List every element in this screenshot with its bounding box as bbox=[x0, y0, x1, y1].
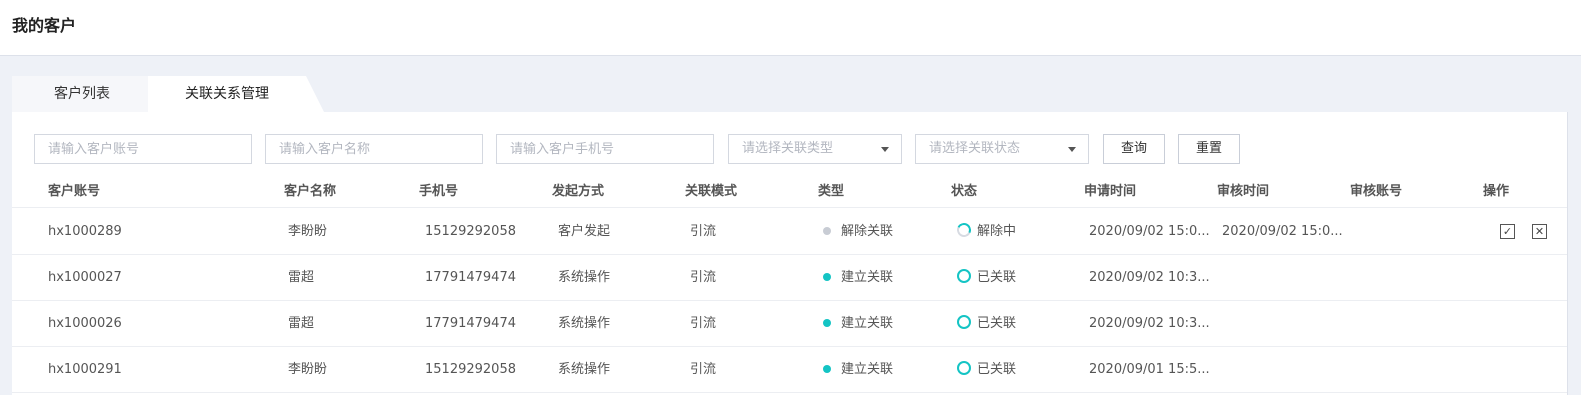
tab-customer-list[interactable]: 客户列表 bbox=[12, 76, 168, 112]
name-cell: 李盼盼 bbox=[288, 224, 328, 239]
column-header: 手机号 bbox=[419, 184, 459, 199]
column-header: 申请时间 bbox=[1084, 184, 1137, 199]
relation-status-select[interactable]: 请选择关联状态 bbox=[915, 134, 1089, 164]
initiation-cell: 系统操作 bbox=[558, 362, 611, 377]
initiation-cell: 系统操作 bbox=[558, 270, 611, 285]
type-cell: 建立关联 bbox=[823, 255, 893, 301]
type-dot-icon bbox=[823, 318, 831, 327]
mode-cell: 引流 bbox=[690, 362, 717, 377]
apply-time-cell: 2020/09/01 15:5... bbox=[1089, 362, 1210, 377]
mode-cell: 引流 bbox=[690, 316, 717, 331]
status-cell: 已关联 bbox=[957, 301, 1016, 347]
name-cell: 雷超 bbox=[288, 270, 315, 285]
account-cell: hx1000291 bbox=[48, 362, 122, 377]
phone-cell: 17791479474 bbox=[425, 270, 516, 285]
relation-type-placeholder: 请选择关联类型 bbox=[742, 141, 834, 156]
account-cell: hx1000027 bbox=[48, 270, 122, 285]
apply-time-cell: 2020/09/02 10:3... bbox=[1089, 270, 1210, 285]
type-label: 建立关联 bbox=[841, 270, 894, 285]
type-label: 解除关联 bbox=[841, 224, 894, 239]
name-search-input[interactable] bbox=[265, 134, 483, 164]
reset-button[interactable]: 重置 bbox=[1178, 134, 1240, 164]
status-cell: 已关联 bbox=[957, 255, 1016, 301]
account-cell: hx1000289 bbox=[48, 224, 122, 239]
phone-cell: 17791479474 bbox=[425, 316, 516, 331]
type-label: 建立关联 bbox=[841, 316, 894, 331]
main-panel: 请选择关联类型 请选择关联状态 查询 重置 客户账号 客户名称 手机号 发起方式… bbox=[12, 112, 1568, 395]
type-label: 建立关联 bbox=[841, 362, 894, 377]
approve-icon[interactable]: ✓ bbox=[1500, 224, 1515, 239]
review-time-cell: 2020/09/02 15:0... bbox=[1222, 224, 1343, 239]
column-header: 状态 bbox=[951, 184, 978, 199]
name-cell: 李盼盼 bbox=[288, 362, 328, 377]
mode-cell: 引流 bbox=[690, 224, 717, 239]
table-header: 客户账号 客户名称 手机号 发起方式 关联模式 类型 状态 申请时间 审核时间 … bbox=[12, 172, 1567, 208]
column-header: 审核时间 bbox=[1217, 184, 1270, 199]
query-button[interactable]: 查询 bbox=[1103, 134, 1165, 164]
top-bar: 我的客户 bbox=[0, 0, 1581, 56]
status-label: 已关联 bbox=[977, 270, 1017, 285]
column-header: 关联模式 bbox=[685, 184, 738, 199]
table-row: hx1000026 雷超 17791479474 系统操作 引流 建立关联 已关联 2020/… bbox=[12, 301, 1567, 347]
column-header: 客户账号 bbox=[48, 184, 101, 199]
phone-cell: 15129292058 bbox=[425, 362, 516, 377]
phone-search-input[interactable] bbox=[496, 134, 714, 164]
account-cell: hx1000026 bbox=[48, 316, 122, 331]
status-ring-icon bbox=[957, 269, 971, 283]
status-label: 已关联 bbox=[977, 316, 1017, 331]
table-row: hx1000289 李盼盼 15129292058 客户发起 引流 解除关联 解除中 2020… bbox=[12, 209, 1567, 255]
tab-relation-management[interactable]: 关联关系管理 bbox=[148, 76, 324, 112]
status-label: 解除中 bbox=[977, 224, 1017, 239]
apply-time-cell: 2020/09/02 10:3... bbox=[1089, 316, 1210, 331]
relation-status-placeholder: 请选择关联状态 bbox=[929, 141, 1021, 156]
status-label: 已关联 bbox=[977, 362, 1017, 377]
status-cell: 已关联 bbox=[957, 347, 1016, 393]
account-search-input[interactable] bbox=[34, 134, 252, 164]
status-cell: 解除中 bbox=[955, 209, 1017, 255]
column-header: 审核账号 bbox=[1350, 184, 1403, 199]
type-dot-icon bbox=[823, 272, 831, 281]
name-cell: 雷超 bbox=[288, 316, 315, 331]
type-cell: 建立关联 bbox=[823, 301, 893, 347]
column-header: 客户名称 bbox=[284, 184, 337, 199]
reject-icon[interactable]: ✕ bbox=[1532, 224, 1547, 239]
table-row: hx1000291 李盼盼 15129292058 系统操作 引流 建立关联 已关联 2020… bbox=[12, 347, 1567, 393]
column-header: 类型 bbox=[818, 184, 845, 199]
chevron-down-icon bbox=[881, 147, 889, 152]
type-cell: 建立关联 bbox=[823, 347, 893, 393]
page-title: 我的客户 bbox=[12, 16, 77, 35]
column-header: 发起方式 bbox=[552, 184, 605, 199]
status-ring-icon bbox=[957, 361, 971, 375]
type-dot-icon bbox=[823, 364, 831, 373]
status-ring-icon bbox=[955, 221, 973, 239]
status-ring-icon bbox=[957, 315, 971, 329]
initiation-cell: 客户发起 bbox=[558, 224, 611, 239]
filter-bar: 请选择关联类型 请选择关联状态 查询 重置 bbox=[12, 112, 1567, 172]
initiation-cell: 系统操作 bbox=[558, 316, 611, 331]
type-dot-icon bbox=[823, 226, 831, 235]
column-header: 操作 bbox=[1483, 184, 1510, 199]
type-cell: 解除关联 bbox=[823, 209, 893, 255]
relation-type-select[interactable]: 请选择关联类型 bbox=[728, 134, 902, 164]
phone-cell: 15129292058 bbox=[425, 224, 516, 239]
chevron-down-icon bbox=[1068, 147, 1076, 152]
apply-time-cell: 2020/09/02 15:0... bbox=[1089, 224, 1210, 239]
mode-cell: 引流 bbox=[690, 270, 717, 285]
table-row: hx1000027 雷超 17791479474 系统操作 引流 建立关联 已关联 2020/… bbox=[12, 255, 1567, 301]
